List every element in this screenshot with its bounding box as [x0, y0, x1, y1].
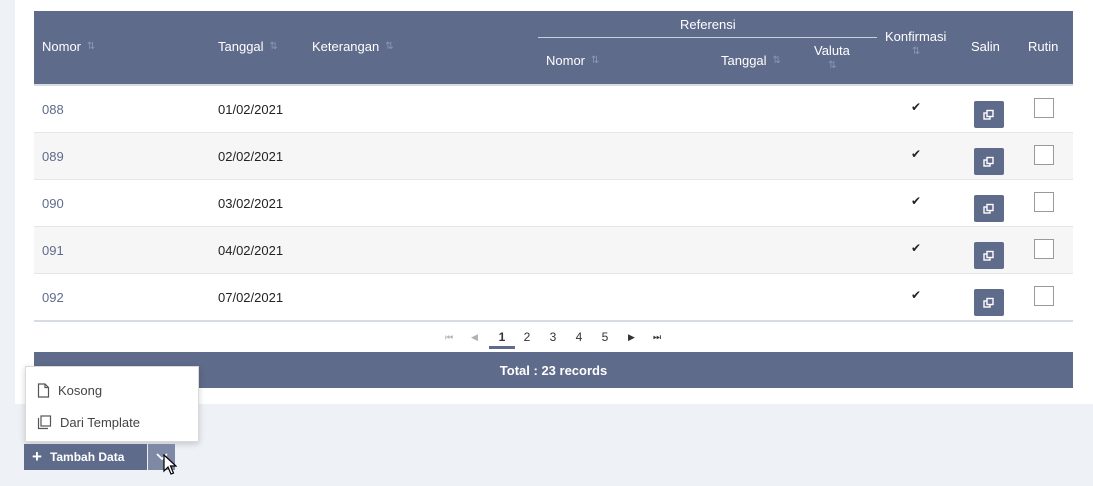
copy-button[interactable]: [974, 195, 1004, 222]
page-5[interactable]: 5: [595, 330, 615, 344]
sort-icon[interactable]: ⇅: [270, 41, 278, 52]
sort-icon[interactable]: ⇅: [385, 41, 393, 52]
row-nomor-link[interactable]: 092: [42, 274, 64, 320]
copy-button[interactable]: [974, 289, 1004, 316]
table-bottom-divider: [34, 320, 1073, 322]
page-3[interactable]: 3: [543, 330, 563, 344]
header-ref-tanggal[interactable]: Tanggal ⇅: [721, 53, 781, 68]
row-tanggal: 03/02/2021: [218, 195, 284, 211]
header-ref-nomor[interactable]: Nomor ⇅: [546, 53, 599, 68]
copy-icon: [983, 297, 994, 308]
header-valuta[interactable]: Valuta ⇅: [814, 43, 850, 71]
copy-icon: [983, 250, 994, 261]
copy-icon: [983, 109, 994, 120]
page-4[interactable]: 4: [569, 330, 589, 344]
menu-item-label: Dari Template: [60, 414, 140, 430]
tambah-dropdown-menu: Kosong Dari Template: [25, 366, 199, 442]
header-nomor[interactable]: Nomor ⇅: [42, 39, 95, 54]
header-konfirmasi[interactable]: Konfirmasi ⇅: [885, 29, 946, 57]
rutin-checkbox[interactable]: [1034, 145, 1054, 165]
row-tanggal: 04/02/2021: [218, 242, 284, 258]
copy-icon: [37, 414, 52, 429]
sort-icon[interactable]: ⇅: [87, 41, 95, 52]
table-row: 091 04/02/2021 ✔: [34, 227, 1073, 274]
left-gutter: [0, 0, 15, 486]
plus-icon: +: [32, 447, 42, 466]
prev-page-icon[interactable]: ◀: [471, 332, 478, 343]
copy-icon: [983, 156, 994, 167]
header-rutin: Rutin: [1028, 39, 1059, 54]
copy-button[interactable]: [974, 148, 1004, 175]
row-nomor-link[interactable]: 091: [42, 227, 64, 273]
row-nomor-link[interactable]: 090: [42, 180, 64, 226]
confirmed-check-icon: ✔: [911, 241, 922, 255]
header-salin: Salin: [971, 39, 1000, 54]
rutin-checkbox[interactable]: [1034, 286, 1054, 306]
next-page-icon[interactable]: ▶: [628, 332, 635, 343]
confirmed-check-icon: ✔: [911, 194, 922, 208]
copy-button[interactable]: [974, 101, 1004, 128]
first-page-icon[interactable]: ⏮: [445, 332, 453, 343]
row-nomor-link[interactable]: 089: [42, 133, 64, 179]
file-icon: [37, 382, 50, 398]
confirmed-check-icon: ✔: [911, 288, 922, 302]
page-1[interactable]: 1: [489, 330, 515, 349]
rutin-checkbox[interactable]: [1034, 192, 1054, 212]
row-tanggal: 02/02/2021: [218, 148, 284, 164]
confirmed-check-icon: ✔: [911, 147, 922, 161]
sort-icon[interactable]: ⇅: [591, 55, 599, 66]
rutin-checkbox[interactable]: [1034, 239, 1054, 259]
header-tanggal[interactable]: Tanggal ⇅: [218, 39, 278, 54]
sort-icon[interactable]: ⇅: [828, 60, 836, 71]
copy-button[interactable]: [974, 242, 1004, 269]
table-row: 088 01/02/2021 ✔: [34, 86, 1073, 133]
table-row: 092 07/02/2021 ✔: [34, 274, 1073, 321]
sort-icon[interactable]: ⇅: [773, 55, 781, 66]
confirmed-check-icon: ✔: [911, 100, 922, 114]
row-tanggal: 07/02/2021: [218, 289, 284, 305]
row-tanggal: 01/02/2021: [218, 101, 284, 117]
last-page-icon[interactable]: ⏭: [653, 332, 661, 343]
header-keterangan[interactable]: Keterangan ⇅: [312, 39, 394, 54]
sort-icon[interactable]: ⇅: [912, 46, 920, 57]
menu-item-dari-template[interactable]: Dari Template: [26, 407, 198, 437]
table-header: Nomor ⇅ Tanggal ⇅ Keterangan ⇅ Referensi…: [34, 11, 1073, 84]
menu-item-label: Kosong: [58, 382, 103, 398]
page-2[interactable]: 2: [517, 330, 537, 344]
table-row: 089 02/02/2021 ✔: [34, 133, 1073, 180]
rutin-checkbox[interactable]: [1034, 98, 1054, 118]
menu-item-kosong[interactable]: Kosong: [26, 375, 198, 405]
tambah-data-label: Tambah Data: [49, 450, 125, 464]
header-referensi: Referensi: [680, 17, 736, 32]
tambah-data-button[interactable]: + Tambah Data: [24, 444, 147, 470]
copy-icon: [983, 203, 994, 214]
referensi-divider: [538, 37, 877, 38]
mouse-cursor-icon: [163, 454, 177, 475]
row-nomor-link[interactable]: 088: [42, 86, 64, 132]
table-row: 090 03/02/2021 ✔: [34, 180, 1073, 227]
